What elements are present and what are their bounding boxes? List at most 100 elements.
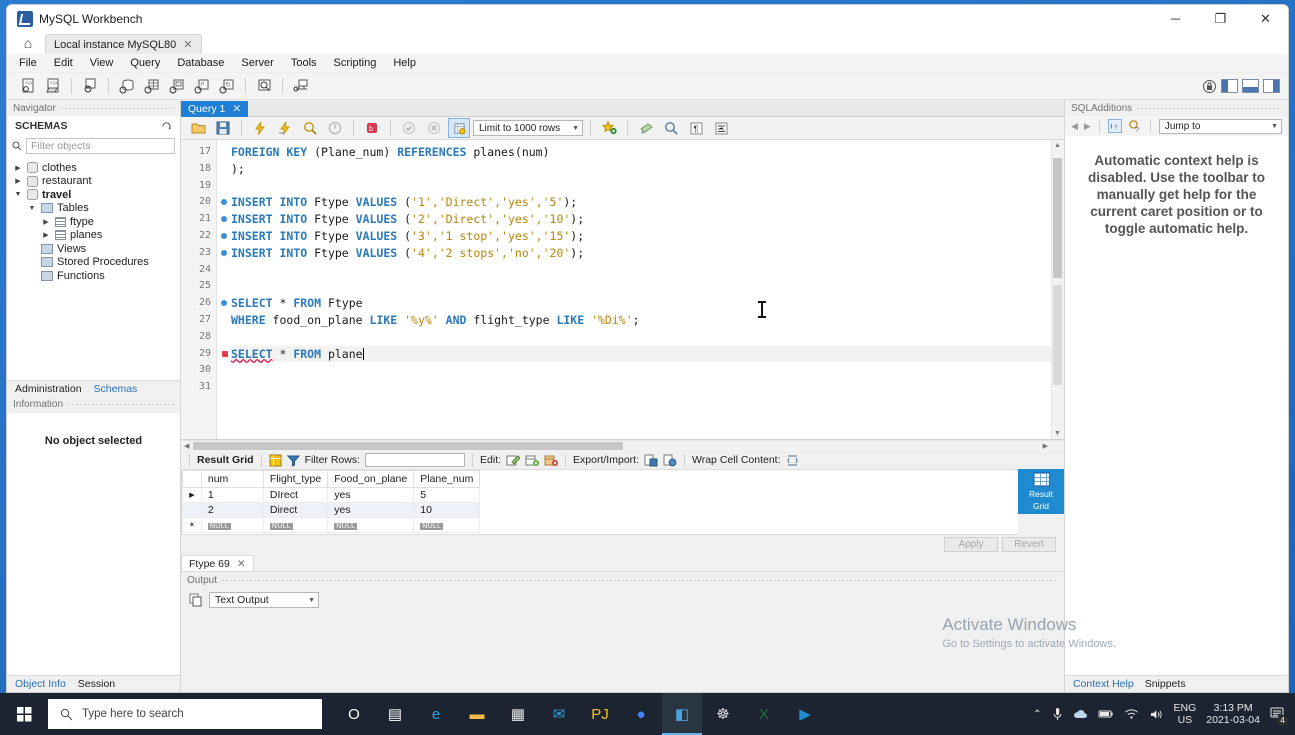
table-cell[interactable]: 10	[413, 502, 481, 518]
tab-session[interactable]: Session	[78, 678, 115, 690]
toggle-sidebar-button[interactable]	[1221, 79, 1238, 93]
filter-rows-input[interactable]	[365, 453, 466, 467]
chrome-icon[interactable]: ●	[621, 693, 661, 735]
new-procedure-icon[interactable]: P	[191, 76, 213, 96]
toggle-autocommit-icon[interactable]	[448, 118, 470, 138]
code-line[interactable]: INSERT INTO Ftype VALUES ('3','1 stop','…	[231, 228, 1064, 245]
code-line[interactable]: SELECT * FROM plane	[231, 345, 1064, 363]
new-sql-tab-icon[interactable]: SQL	[17, 76, 39, 96]
close-icon[interactable]: ✕	[237, 558, 246, 570]
open-sql-script-icon[interactable]: SQL	[42, 76, 64, 96]
language-indicator[interactable]: ENG US	[1174, 702, 1197, 726]
show-hidden-icons-chevron[interactable]: ⌃	[1033, 709, 1041, 720]
tree-node-stored-procedures[interactable]: Stored Procedures	[7, 256, 180, 270]
code-line[interactable]: INSERT INTO Ftype VALUES ('1','Direct','…	[231, 194, 1064, 211]
notification-center-button[interactable]: 4	[1270, 706, 1288, 726]
chevron-right-icon[interactable]: ▶	[41, 231, 51, 239]
chevron-down-icon[interactable]: ▼	[27, 205, 37, 212]
insert-row-icon[interactable]	[525, 454, 540, 467]
xampp-icon[interactable]: ☸	[703, 693, 743, 735]
scroll-left-arrow-icon[interactable]: ◀	[184, 442, 189, 450]
menu-item-view[interactable]: View	[90, 57, 114, 69]
table-cell[interactable]: Direct	[262, 502, 329, 518]
close-icon[interactable]: ✕	[232, 103, 241, 115]
table-cell[interactable]: yes	[327, 502, 415, 518]
jump-to-select[interactable]: Jump to ▼	[1158, 118, 1282, 134]
chevron-right-icon[interactable]: ▶	[13, 177, 23, 185]
filter-objects-input[interactable]: Filter objects	[26, 138, 175, 154]
volume-icon[interactable]	[1149, 708, 1164, 721]
editor-code-area[interactable]: FOREIGN KEY (Plane_num) REFERENCES plane…	[217, 140, 1064, 439]
table-cell[interactable]: 1	[200, 487, 264, 503]
wrap-long-lines-icon[interactable]	[710, 118, 732, 138]
search-table-data-icon[interactable]	[253, 76, 275, 96]
menu-item-query[interactable]: Query	[130, 57, 160, 69]
home-button[interactable]: ⌂	[11, 32, 45, 54]
new-function-icon[interactable]: f()	[216, 76, 238, 96]
code-line[interactable]: FOREIGN KEY (Plane_num) REFERENCES plane…	[231, 144, 1064, 161]
tab-context-help[interactable]: Context Help	[1073, 678, 1134, 690]
tree-node-planes[interactable]: ▶ planes	[7, 229, 180, 243]
scroll-right-arrow-icon[interactable]: ▶	[1043, 442, 1048, 450]
code-line[interactable]: INSERT INTO Ftype VALUES ('2','Direct','…	[231, 211, 1064, 228]
code-line[interactable]	[231, 262, 1064, 279]
import-recordset-icon[interactable]	[663, 454, 677, 467]
table-cell[interactable]: NULL	[200, 517, 264, 533]
start-button[interactable]	[0, 693, 48, 735]
close-button[interactable]: ✕	[1243, 5, 1288, 32]
sql-editor[interactable]: 17 18 19 20 21 22 23 24 25 26 27 28 29 30 31 FOREIGN K…	[181, 140, 1064, 440]
menu-item-scripting[interactable]: Scripting	[334, 57, 377, 69]
execute-icon[interactable]	[249, 118, 271, 138]
context-help-icon[interactable]: I?	[1107, 119, 1122, 133]
tree-node-functions[interactable]: Functions	[7, 269, 180, 283]
code-line[interactable]	[231, 379, 1064, 396]
wifi-icon[interactable]	[1124, 708, 1139, 720]
code-line[interactable]: SELECT * FROM Ftype	[231, 295, 1064, 312]
toggle-invisible-characters-icon[interactable]: ¶	[685, 118, 707, 138]
chevron-right-icon[interactable]: ▶	[41, 218, 51, 226]
toggle-secondary-sidebar-button[interactable]	[1263, 79, 1280, 93]
edit-cell-icon[interactable]	[506, 454, 521, 467]
task-view-icon[interactable]: ▤	[375, 693, 415, 735]
editor-horizontal-scrollbar[interactable]: ◀ ▶	[181, 440, 1064, 451]
new-schema-icon[interactable]	[116, 76, 138, 96]
maximize-button[interactable]: ❐	[1198, 5, 1243, 32]
table-row[interactable]: ▶ 1 DIrect yes 5	[182, 487, 481, 503]
copy-icon[interactable]	[189, 593, 203, 607]
code-line[interactable]: WHERE food_on_plane LIKE '%y%' AND fligh…	[231, 312, 1064, 329]
table-cell[interactable]: NULL	[262, 517, 329, 533]
editor-vertical-scrollbar[interactable]: ▲ ▼	[1051, 140, 1064, 439]
tab-object-info[interactable]: Object Info	[15, 678, 66, 690]
edge-icon[interactable]: e	[416, 693, 456, 735]
close-icon[interactable]: ✕	[183, 38, 192, 51]
battery-icon[interactable]	[1098, 708, 1114, 720]
taskbar-search[interactable]: Type here to search	[48, 699, 322, 729]
file-explorer-icon[interactable]: ▬	[457, 693, 497, 735]
export-recordset-icon[interactable]	[644, 454, 658, 467]
menu-item-server[interactable]: Server	[241, 57, 273, 69]
movies-tv-icon[interactable]: ▶	[785, 693, 825, 735]
minimize-button[interactable]: ─	[1153, 5, 1198, 32]
code-line[interactable]	[231, 362, 1064, 379]
back-arrow-icon[interactable]: ◀	[1071, 121, 1078, 132]
table-row[interactable]: 2 Direct yes 10	[182, 502, 481, 518]
column-header-flight_type[interactable]: Flight_type	[262, 470, 329, 488]
open-script-icon[interactable]	[187, 118, 209, 138]
find-icon[interactable]	[660, 118, 682, 138]
tree-node-restaurant[interactable]: ▶ restaurant	[7, 175, 180, 189]
reconnect-server-icon[interactable]	[290, 76, 312, 96]
code-line[interactable]	[231, 329, 1064, 346]
editor-scroll-thumb[interactable]	[1053, 158, 1062, 278]
rollback-icon[interactable]	[423, 118, 445, 138]
tab-snippets[interactable]: Snippets	[1145, 678, 1186, 690]
refresh-icon[interactable]	[161, 121, 172, 132]
table-cell[interactable]: DIrect	[262, 487, 329, 503]
mysql-workbench-icon[interactable]: ◧	[662, 693, 702, 735]
new-view-icon[interactable]	[166, 76, 188, 96]
save-script-icon[interactable]	[212, 118, 234, 138]
scroll-up-arrow-icon[interactable]: ▲	[1053, 142, 1062, 149]
tab-administration[interactable]: Administration	[15, 383, 82, 395]
column-header-num[interactable]: num	[200, 470, 264, 488]
editor-hscroll-thumb[interactable]	[193, 442, 623, 450]
table-row[interactable]: ✶ NULL NULL NULL NULL	[182, 517, 481, 533]
